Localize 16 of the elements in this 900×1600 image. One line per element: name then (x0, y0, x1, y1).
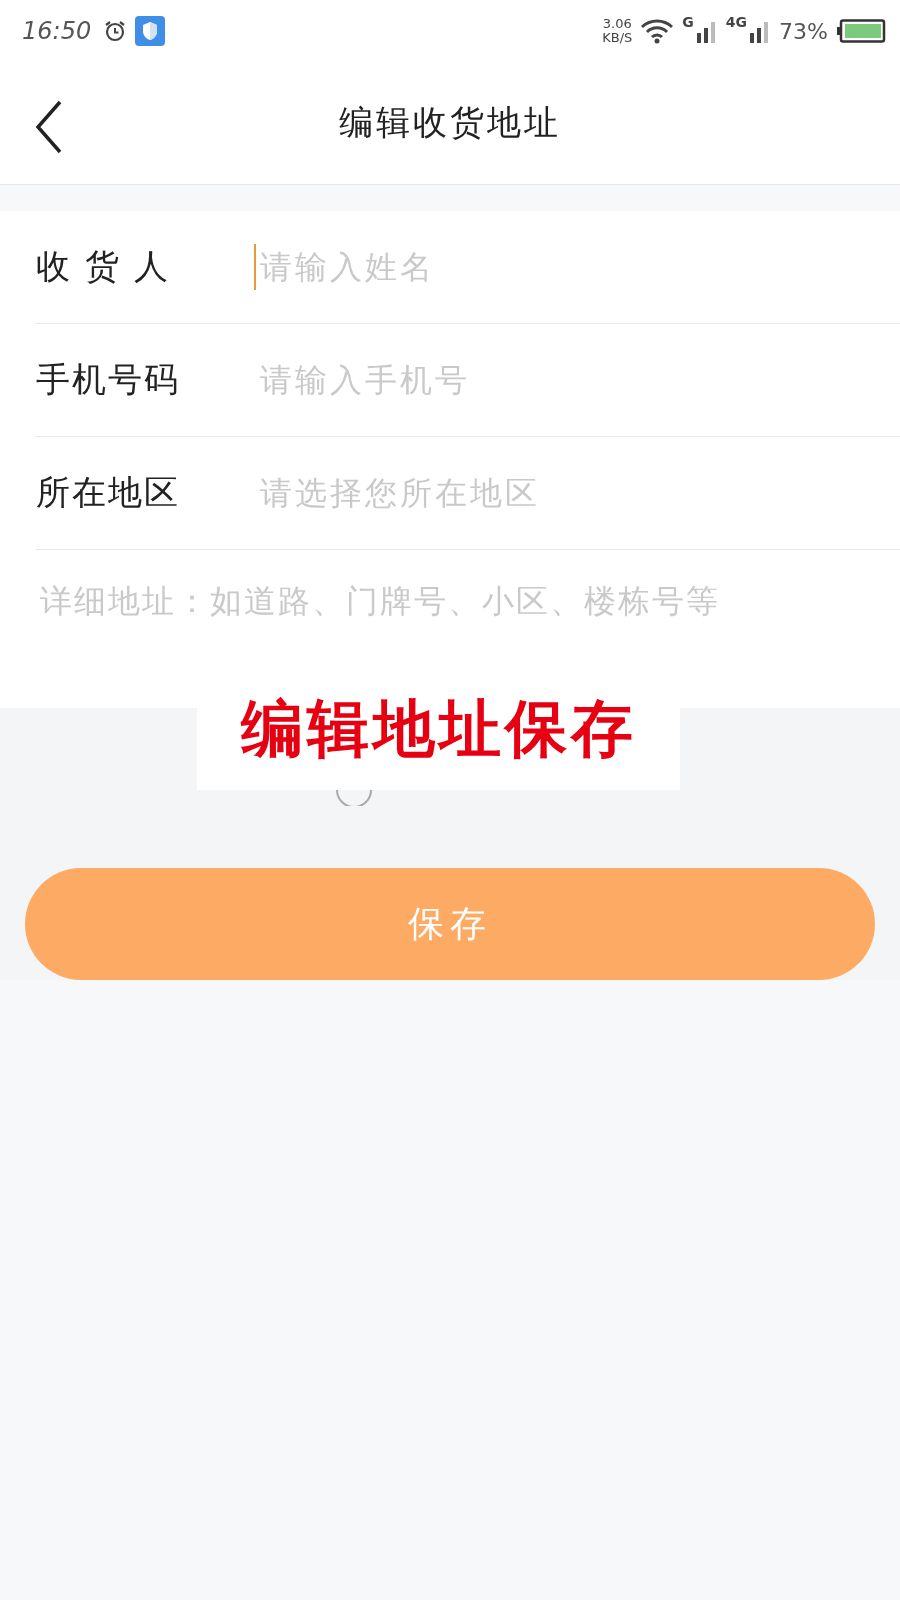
radio-icon[interactable] (336, 790, 372, 806)
field-label: 手机号码 (36, 358, 181, 401)
network-speed: 3.06 (602, 16, 632, 31)
save-button[interactable]: 保存 (25, 868, 875, 980)
signal-icon (695, 19, 718, 43)
status-time: 16:50 (22, 17, 92, 45)
battery-percent: 73% (779, 18, 828, 44)
page-title: 编辑收货地址 (339, 101, 561, 144)
field-label: 收 货 人 (36, 245, 171, 288)
network-type: G (682, 14, 694, 30)
network-type: 4G (725, 14, 748, 30)
shield-icon (135, 16, 166, 46)
speed-unit: KB/S (602, 31, 633, 46)
battery-icon (836, 19, 886, 43)
field-label: 所在地区 (36, 471, 181, 514)
wifi-icon (640, 18, 675, 44)
